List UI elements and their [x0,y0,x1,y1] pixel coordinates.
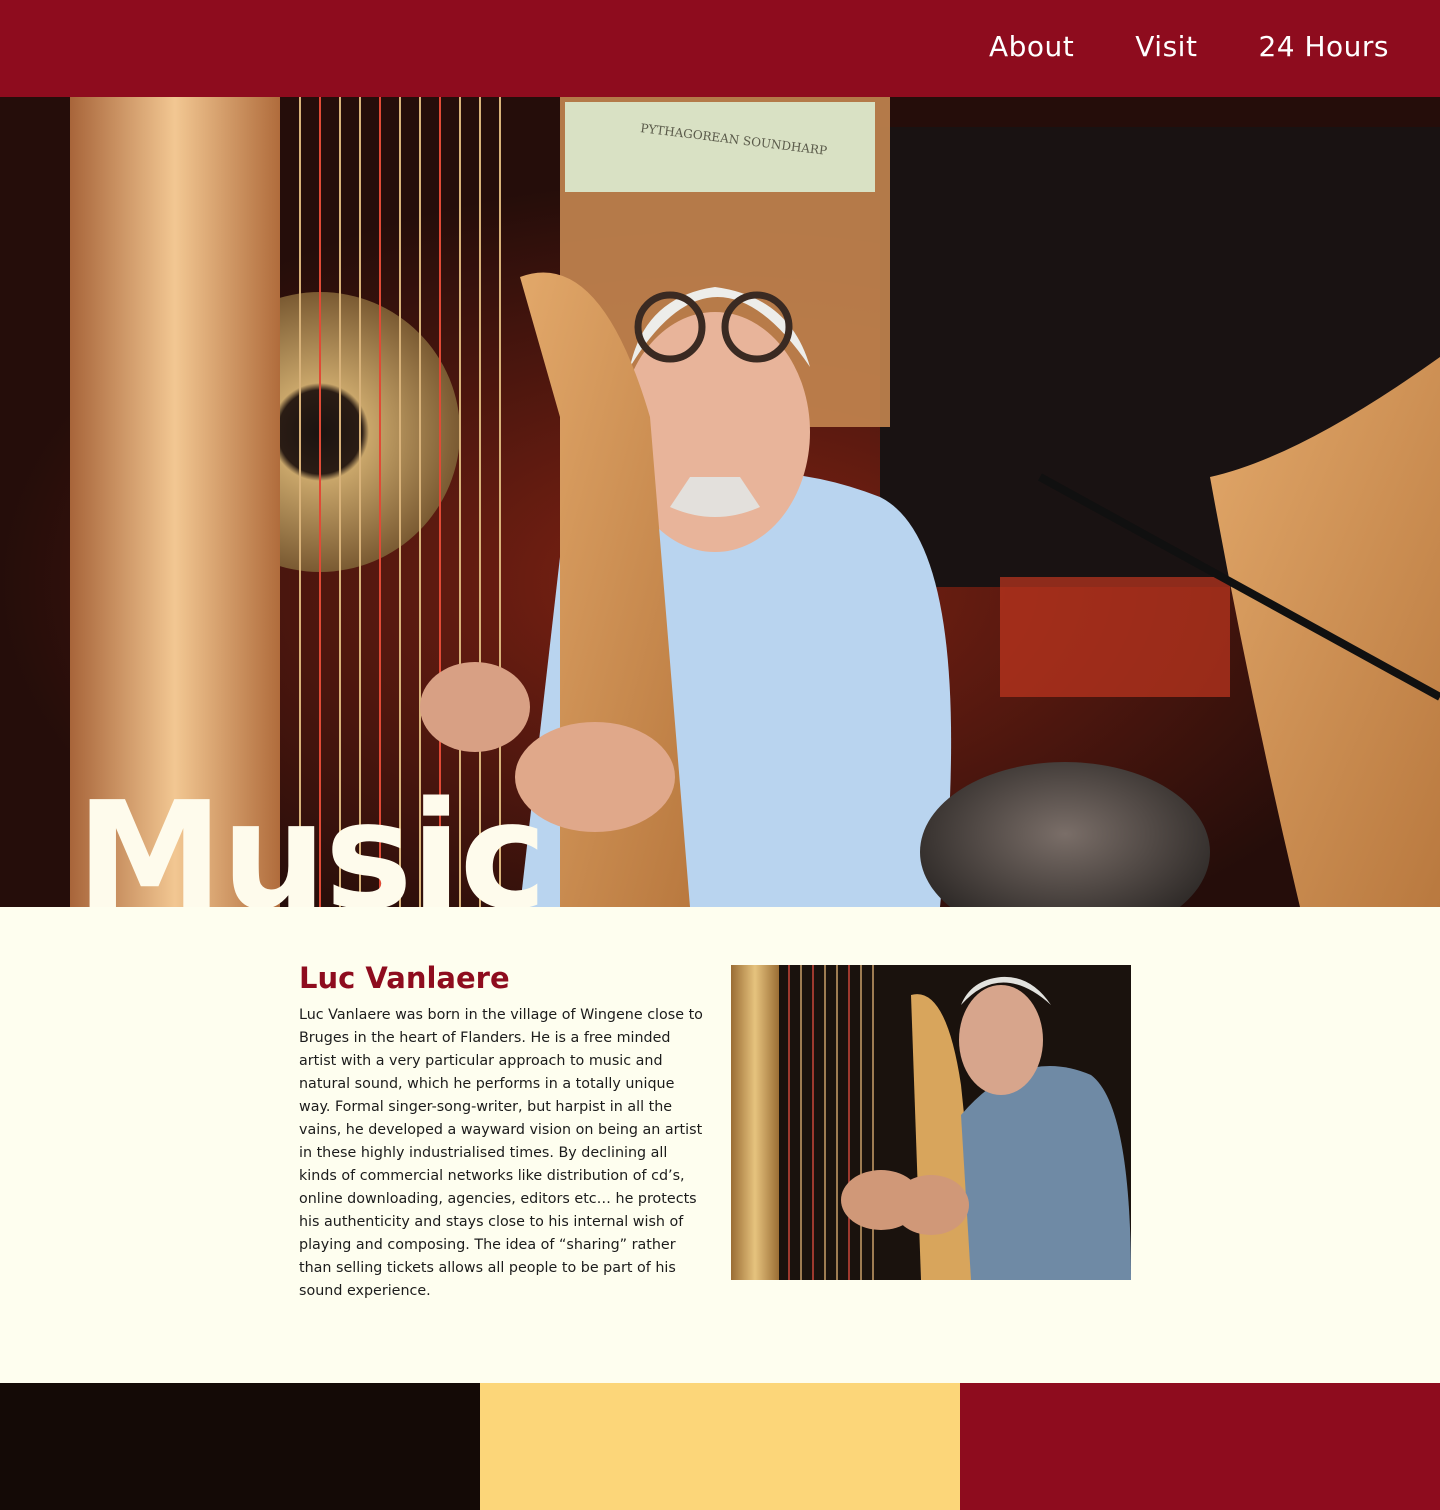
top-bar: About Visit 24 Hours [0,0,1440,97]
bio-text: Luc Vanlaere was born in the village of … [299,1007,703,1299]
main-nav: About Visit 24 Hours [989,30,1389,63]
hero-title: Music [76,770,547,907]
nav-link-about[interactable]: About [989,30,1074,63]
artist-photo [731,965,1131,1280]
bio-heading: Luc Vanlaere [299,961,510,995]
footer-color-bar [0,1383,1440,1510]
footer-swatch-dark [0,1383,480,1510]
footer-swatch-red [960,1383,1440,1510]
footer-swatch-gold [480,1383,960,1510]
hero-banner: PYTHAGOREAN SOUNDHARP Music [0,97,1440,907]
nav-link-visit[interactable]: Visit [1135,30,1197,63]
artist-bio-section: Luc Vanlaere Luc Vanlaere was born in th… [0,907,1440,1383]
nav-link-24-hours[interactable]: 24 Hours [1258,30,1389,63]
